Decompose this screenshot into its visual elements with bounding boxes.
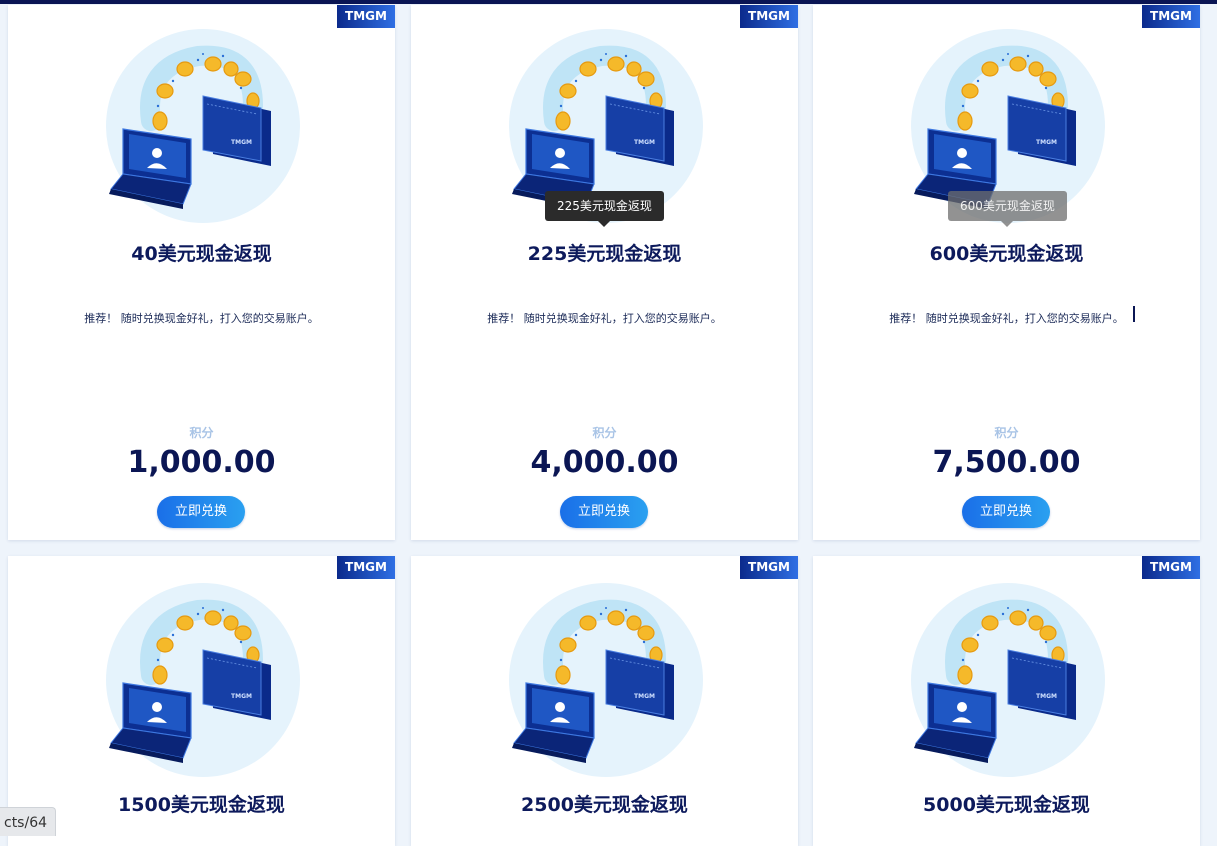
reward-title[interactable]: 225美元现金返现 <box>411 239 798 266</box>
reward-title[interactable]: 40美元现金返现 <box>8 239 395 266</box>
tmgm-badge: TMGM <box>1142 556 1200 579</box>
reward-card-4[interactable]: TMGM TMGM 1500美元现金返现 <box>8 556 395 846</box>
svg-text:TMGM: TMGM <box>231 693 252 700</box>
reward-card-3[interactable]: TMGM TMGM 600美元现金返现 推荐！ 随时兑换现金好礼，打入您的交易账… <box>813 5 1200 540</box>
points-value: 7,500.00 <box>932 445 1081 480</box>
status-bar-url: cts/64 <box>0 807 57 836</box>
tmgm-badge: TMGM <box>740 556 798 579</box>
svg-text:TMGM: TMGM <box>231 139 252 146</box>
svg-text:TMGM: TMGM <box>634 139 655 146</box>
reward-title[interactable]: 2500美元现金返现 <box>411 790 798 817</box>
redeem-button[interactable]: 立即兑换 <box>157 496 245 528</box>
cash-rebate-illustration: TMGM <box>506 580 706 780</box>
points-value: 4,000.00 <box>530 445 679 480</box>
text-cursor <box>1133 306 1135 322</box>
reward-description: 推荐！ 随时兑换现金好礼，打入您的交易账户。 <box>84 312 319 325</box>
redeem-button[interactable]: 立即兑换 <box>962 496 1050 528</box>
tmgm-badge: TMGM <box>1142 5 1200 28</box>
reward-card-5[interactable]: TMGM TMGM 2500美元现金返现 <box>411 556 798 846</box>
reward-title[interactable]: 1500美元现金返现 <box>8 790 395 817</box>
title-tooltip: 600美元现金返现 <box>948 191 1067 227</box>
title-tooltip: 225美元现金返现 <box>545 191 664 227</box>
reward-card-1[interactable]: TMGM TMGM 40美元现金返现 推荐！ 随时兑换现金好礼，打入您的交易账户… <box>8 5 395 540</box>
svg-text:TMGM: TMGM <box>1036 693 1057 700</box>
reward-title[interactable]: 600美元现金返现 <box>813 239 1200 266</box>
points-label: 积分 <box>592 426 617 440</box>
points-value: 1,000.00 <box>127 445 276 480</box>
svg-text:TMGM: TMGM <box>1036 139 1057 146</box>
tmgm-badge: TMGM <box>337 5 395 28</box>
tmgm-badge: TMGM <box>740 5 798 28</box>
svg-text:TMGM: TMGM <box>634 693 655 700</box>
top-bar <box>0 0 1217 4</box>
cash-rebate-illustration: TMGM <box>103 580 303 780</box>
cash-rebate-illustration: TMGM <box>908 580 1108 780</box>
reward-description: 推荐！ 随时兑换现金好礼，打入您的交易账户。 <box>487 312 722 325</box>
points-label: 积分 <box>189 426 214 440</box>
reward-description: 推荐！ 随时兑换现金好礼，打入您的交易账户。 <box>889 312 1124 325</box>
reward-card-6[interactable]: TMGM TMGM 5000美元现金返现 <box>813 556 1200 846</box>
cash-rebate-illustration: TMGM <box>103 26 303 226</box>
reward-card-2[interactable]: TMGM TMGM 225美元现金返现 推荐！ 随时兑换现金好礼，打入您的交易账… <box>411 5 798 540</box>
points-label: 积分 <box>994 426 1019 440</box>
redeem-button[interactable]: 立即兑换 <box>560 496 648 528</box>
tmgm-badge: TMGM <box>337 556 395 579</box>
reward-title[interactable]: 5000美元现金返现 <box>813 790 1200 817</box>
